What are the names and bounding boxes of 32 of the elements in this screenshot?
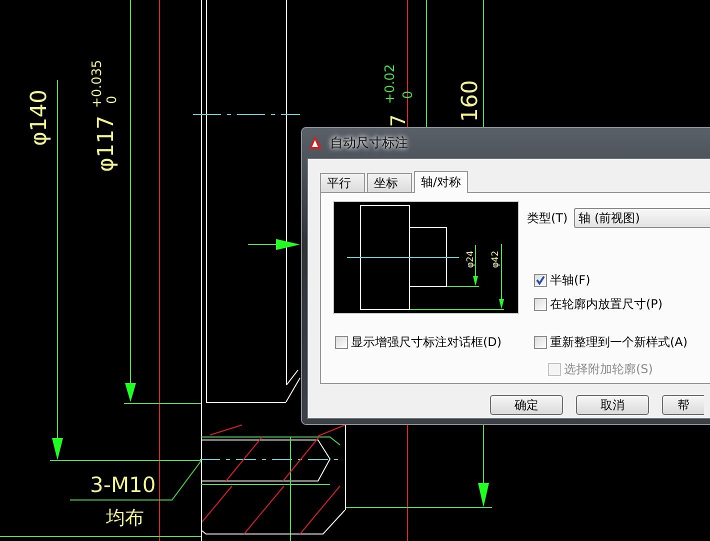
tab[interactable]: 轴/对称: [414, 171, 468, 193]
checkbox[interactable]: [534, 274, 547, 287]
dimension-text: 160: [458, 80, 483, 122]
dimension-arrow: [248, 239, 300, 250]
checkbox[interactable]: [534, 298, 547, 311]
dialog-button[interactable]: 帮: [662, 395, 704, 415]
checkbox[interactable]: [534, 336, 547, 349]
dimension-text: 7: [386, 114, 410, 127]
tab[interactable]: 平行: [320, 173, 365, 192]
dimension-text: φ117: [94, 115, 119, 172]
type-label: 类型(T): [527, 210, 568, 226]
checkbox-label: 重新整理到一个新样式(A): [550, 334, 688, 351]
dialog-title: 自动尺寸标注: [330, 135, 408, 152]
checkbox-label: 在轮廓内放置尺寸(P): [550, 296, 663, 313]
type-dropdown[interactable]: 轴 (前视图): [574, 208, 710, 228]
checkbox-label: 半轴(F): [550, 272, 590, 289]
checkbox-label: 选择附加轮廓(S): [564, 361, 653, 378]
triangle-icon: [309, 136, 323, 150]
dialog-button[interactable]: 确定: [490, 395, 563, 415]
dimension-text: 3-M10: [90, 473, 156, 497]
dimension-label: φ42: [491, 250, 501, 268]
dimension-text: +0.035: [90, 60, 105, 108]
dimension-text: +0.02: [383, 64, 398, 104]
dialog-button[interactable]: 取消: [576, 395, 649, 415]
dimension-text: 0: [105, 96, 120, 104]
checkbox-label: 显示增强尺寸标注对话框(D): [351, 334, 502, 351]
dimension-text: 0: [401, 90, 416, 99]
dimension-label: φ24: [466, 250, 476, 268]
checkbox[interactable]: [335, 336, 348, 349]
dimension-text: 均布: [106, 507, 144, 529]
dimension-text: φ140: [27, 89, 52, 146]
tab[interactable]: 坐标: [367, 173, 412, 192]
